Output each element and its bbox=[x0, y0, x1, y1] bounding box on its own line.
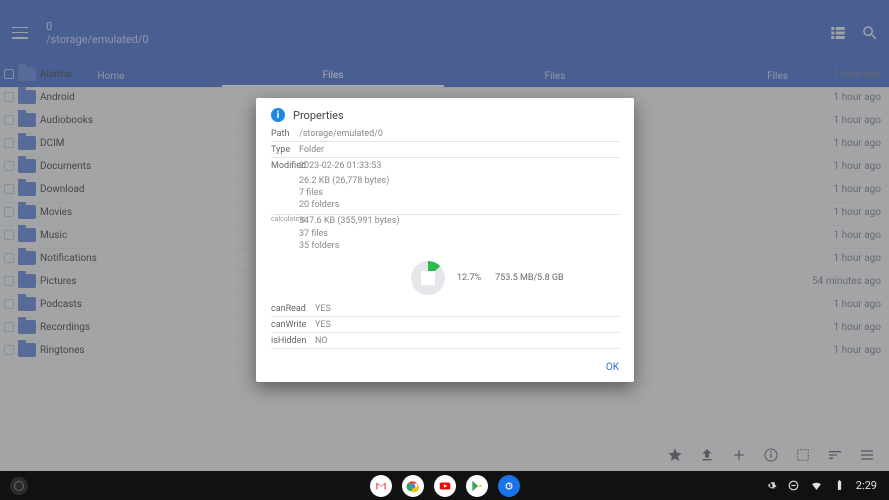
direct-files: 7 files bbox=[299, 187, 619, 199]
play-store-icon[interactable] bbox=[466, 475, 488, 497]
lbl-canread: canRead bbox=[271, 304, 315, 314]
dnd-icon bbox=[787, 479, 800, 492]
total-folders: 35 folders bbox=[299, 240, 400, 252]
gear-icon[interactable] bbox=[764, 479, 777, 492]
direct-folders: 20 folders bbox=[299, 199, 619, 211]
val-ishidden: NO bbox=[315, 336, 328, 346]
lbl-modified: Modified bbox=[271, 161, 299, 171]
wifi-icon bbox=[810, 479, 823, 492]
shelf-apps bbox=[370, 475, 520, 497]
system-tray[interactable]: 2:29 bbox=[764, 479, 877, 492]
dialog-info-icon: i bbox=[271, 108, 285, 122]
lbl-ishidden: isHidden bbox=[271, 336, 315, 346]
direct-block: 26.2 KB (26,778 bytes) 7 files 20 folder… bbox=[271, 173, 619, 215]
files-app-icon[interactable] bbox=[498, 475, 520, 497]
total-files: 37 files bbox=[299, 228, 400, 240]
ok-button[interactable]: OK bbox=[606, 362, 619, 373]
direct-size: 26.2 KB (26,778 bytes) bbox=[299, 175, 619, 187]
launcher-icon[interactable] bbox=[10, 477, 28, 495]
gmail-icon[interactable] bbox=[370, 475, 392, 497]
lbl-type: Type bbox=[271, 145, 299, 155]
clock: 2:29 bbox=[856, 479, 877, 492]
val-path: /storage/emulated/0 bbox=[299, 129, 383, 139]
val-canwrite: YES bbox=[315, 320, 331, 330]
val-type: Folder bbox=[299, 145, 324, 155]
total-size: 347.6 KB (355,991 bytes) bbox=[299, 215, 400, 227]
pie-percent: 12.7% bbox=[457, 273, 481, 283]
system-nav-bar: 2:29 bbox=[0, 471, 889, 500]
storage-usage-row: 12.7% 753.5 MB/5.8 GB bbox=[271, 255, 619, 301]
lbl-canwrite: canWrite bbox=[271, 320, 315, 330]
pie-chart bbox=[411, 261, 445, 295]
lbl-path: Path bbox=[271, 129, 299, 139]
properties-dialog: i Properties Path/storage/emulated/0 Typ… bbox=[256, 98, 634, 382]
dialog-title: Properties bbox=[293, 109, 344, 122]
val-canread: YES bbox=[315, 304, 331, 314]
lbl-total: calculating bbox=[271, 215, 299, 254]
battery-icon bbox=[833, 479, 846, 492]
val-modified: 2023-02-26 01:33:53 bbox=[299, 161, 381, 171]
youtube-icon[interactable] bbox=[434, 475, 456, 497]
pie-usage: 753.5 MB/5.8 GB bbox=[495, 273, 563, 283]
chrome-icon[interactable] bbox=[402, 475, 424, 497]
